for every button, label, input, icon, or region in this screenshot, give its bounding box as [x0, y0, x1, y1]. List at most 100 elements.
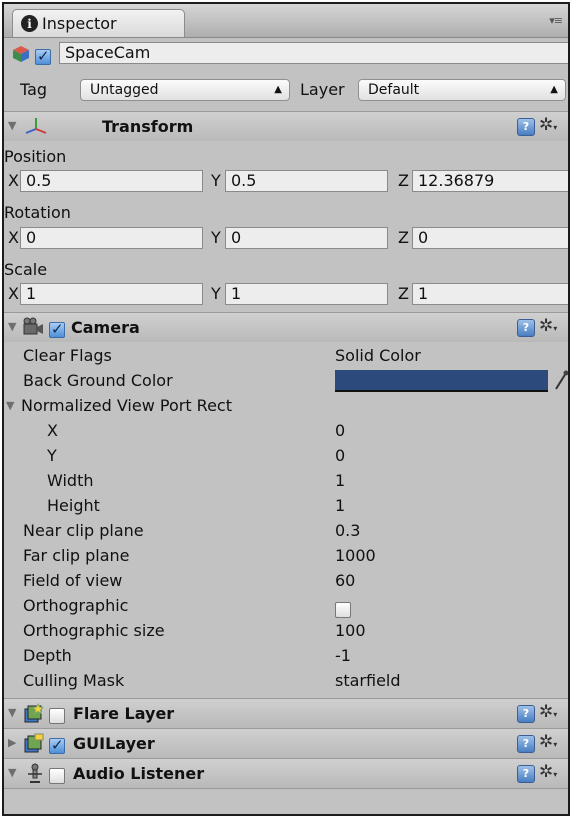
depth-label: Depth — [23, 646, 72, 665]
gear-icon[interactable]: ✲▾ — [539, 762, 557, 782]
eyedropper-icon[interactable] — [553, 369, 569, 391]
foldout-open-icon[interactable]: ▼ — [8, 706, 16, 719]
help-icon[interactable]: ? — [517, 735, 535, 753]
help-icon[interactable]: ? — [517, 118, 535, 136]
object-active-checkbox[interactable] — [35, 47, 51, 65]
viewport-y-value[interactable]: 0 — [335, 446, 345, 465]
near-clip-value[interactable]: 0.3 — [335, 521, 360, 540]
bg-color-label: Back Ground Color — [23, 371, 173, 390]
layer-label: Layer — [300, 80, 345, 99]
flare-layer-checkbox[interactable] — [49, 707, 65, 724]
tab-bar: i Inspector ▾≡ — [4, 4, 568, 38]
viewport-width-label: Width — [47, 471, 94, 490]
divider — [4, 788, 568, 789]
audio-listener-checkbox[interactable] — [49, 767, 65, 784]
position-y-label: Y — [211, 171, 221, 190]
depth-value[interactable]: -1 — [335, 646, 351, 665]
ortho-size-value[interactable]: 100 — [335, 621, 366, 640]
flare-layer-title: Flare Layer — [73, 704, 175, 723]
tab-title: Inspector — [42, 14, 117, 33]
foldout-open-icon[interactable]: ▼ — [6, 399, 14, 412]
camera-title: Camera — [71, 318, 140, 337]
help-icon[interactable]: ? — [517, 765, 535, 783]
audio-listener-title: Audio Listener — [73, 764, 205, 783]
rotation-z-label: Z — [398, 228, 409, 247]
flare-layer-icon — [24, 703, 44, 723]
position-y-field[interactable]: 0.5 — [225, 170, 388, 192]
fov-label: Field of view — [23, 571, 123, 590]
tag-value: Untagged — [90, 82, 159, 98]
scale-y-field[interactable]: 1 — [225, 283, 388, 305]
scale-label: Scale — [4, 260, 48, 279]
rotation-x-field[interactable]: 0 — [20, 227, 203, 249]
far-clip-value[interactable]: 1000 — [335, 546, 376, 565]
scale-x-field[interactable]: 1 — [20, 283, 203, 305]
help-icon[interactable]: ? — [517, 705, 535, 723]
gear-icon[interactable]: ✲▾ — [539, 316, 557, 336]
camera-header[interactable]: ▼ Camera ? ✲▾ — [4, 312, 568, 342]
tag-label: Tag — [20, 80, 48, 99]
gui-layer-title: GUILayer — [73, 734, 155, 753]
clear-flags-value[interactable]: Solid Color — [335, 346, 421, 365]
far-clip-label: Far clip plane — [23, 546, 130, 565]
tab-menu-icon[interactable]: ▾≡ — [549, 14, 563, 27]
position-z-label: Z — [398, 171, 409, 190]
layer-dropdown[interactable]: Default ▲ — [358, 79, 566, 101]
gui-layer-checkbox[interactable] — [49, 736, 65, 754]
tag-dropdown[interactable]: Untagged ▲ — [80, 79, 290, 101]
gear-icon[interactable]: ✲▾ — [539, 702, 557, 722]
scale-y-label: Y — [211, 284, 221, 303]
position-z-field[interactable]: 12.36879 — [412, 170, 568, 192]
ortho-size-label: Orthographic size — [23, 621, 165, 640]
layer-value: Default — [368, 82, 420, 98]
culling-mask-value[interactable]: starfield — [335, 671, 401, 690]
foldout-open-icon[interactable]: ▼ — [8, 320, 16, 333]
camera-icon — [23, 317, 43, 335]
fov-value[interactable]: 60 — [335, 571, 355, 590]
clear-flags-label: Clear Flags — [23, 346, 112, 365]
viewport-x-value[interactable]: 0 — [335, 421, 345, 440]
gui-layer-icon — [24, 733, 44, 753]
object-name-field[interactable]: SpaceCam — [59, 42, 568, 64]
rotation-y-field[interactable]: 0 — [225, 227, 388, 249]
position-label: Position — [4, 147, 67, 166]
scale-x-label: X — [8, 284, 19, 303]
rotation-label: Rotation — [4, 203, 71, 222]
near-clip-label: Near clip plane — [23, 521, 144, 540]
scale-z-label: Z — [398, 284, 409, 303]
transform-header[interactable]: ▼ Transform ? ✲▾ — [4, 111, 568, 141]
viewport-x-label: X — [47, 421, 58, 440]
rotation-y-label: Y — [211, 228, 221, 247]
foldout-open-icon[interactable]: ▼ — [8, 766, 16, 779]
flare-layer-header[interactable]: ▼ Flare Layer ? ✲▾ — [4, 698, 568, 728]
audio-listener-header[interactable]: ▼ Audio Listener ? ✲▾ — [4, 758, 568, 788]
foldout-open-icon[interactable]: ▼ — [8, 119, 16, 132]
position-x-label: X — [8, 171, 19, 190]
info-icon: i — [21, 15, 38, 32]
gameobject-cube-icon — [13, 46, 29, 62]
rotation-x-label: X — [8, 228, 19, 247]
camera-enabled-checkbox[interactable] — [49, 320, 65, 338]
orthographic-label: Orthographic — [23, 596, 129, 615]
rotation-z-field[interactable]: 0 — [412, 227, 568, 249]
gear-icon[interactable]: ✲▾ — [539, 732, 557, 752]
updown-icon: ▲ — [550, 84, 558, 95]
viewport-y-label: Y — [47, 446, 57, 465]
object-header: SpaceCam — [4, 38, 568, 69]
help-icon[interactable]: ? — [517, 319, 535, 337]
viewport-height-label: Height — [47, 496, 100, 515]
orthographic-checkbox[interactable] — [335, 601, 351, 618]
viewport-height-value[interactable]: 1 — [335, 496, 345, 515]
tab-inspector[interactable]: i Inspector — [12, 9, 185, 37]
scale-z-field[interactable]: 1 — [412, 283, 568, 305]
viewport-width-value[interactable]: 1 — [335, 471, 345, 490]
bg-color-swatch[interactable] — [335, 370, 548, 392]
updown-icon: ▲ — [274, 84, 282, 95]
foldout-closed-icon[interactable]: ▶ — [8, 736, 16, 749]
position-x-field[interactable]: 0.5 — [20, 170, 203, 192]
gear-icon[interactable]: ✲▾ — [539, 115, 557, 135]
gui-layer-header[interactable]: ▶ GUILayer ? ✲▾ — [4, 728, 568, 758]
audio-listener-icon — [28, 763, 42, 783]
transform-title: Transform — [102, 117, 194, 136]
culling-mask-label: Culling Mask — [23, 671, 125, 690]
